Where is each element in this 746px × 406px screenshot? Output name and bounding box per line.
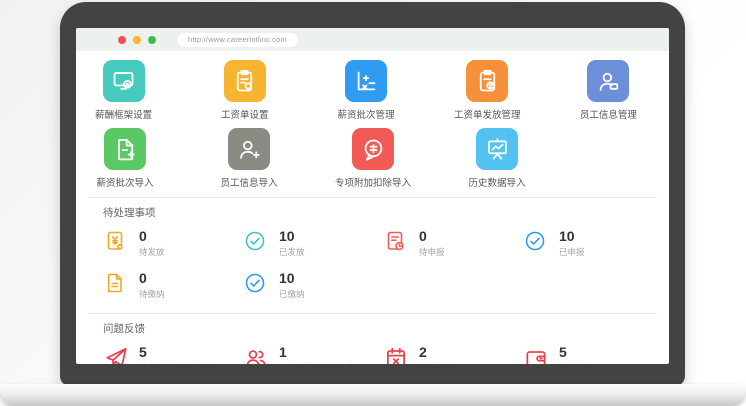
stat-value: 0 [419, 229, 445, 243]
stat-value: 10 [559, 229, 585, 243]
app-label: 薪酬框架设置 [95, 107, 152, 121]
browser-bar: http://www.careerintlinc.com [76, 28, 669, 51]
browser-window: http://www.careerintlinc.com 薪酬框架设置 工资单设… [76, 28, 669, 364]
clipboard-gear-icon [224, 60, 266, 102]
chart-axis-icon [345, 60, 387, 102]
doc-plus-icon [104, 128, 146, 170]
clipboard-coin-icon [466, 60, 508, 102]
laptop-base [0, 384, 746, 406]
stat-declared[interactable]: 10 已申报 [523, 229, 663, 258]
maximize-window-icon[interactable] [148, 36, 156, 44]
stat-value: 5 [559, 345, 593, 359]
app-employee-info-management[interactable]: 员工信息管理 [548, 60, 669, 121]
feedback-stats: 5 薪资发放待补充信息 1 个税申报待补充信息 2 申报 [76, 345, 669, 364]
stat-pending-declaration[interactable]: 0 待申报 [383, 229, 523, 258]
check-circle-icon [243, 229, 267, 253]
app-special-deduction-import[interactable]: 专项附加扣除导入 [311, 128, 435, 189]
feedback-section-title: 问题反馈 [76, 314, 669, 345]
stat-pending-distribution[interactable]: 0 待发放 [103, 229, 243, 258]
app-label: 员工信息导入 [220, 175, 277, 189]
check-circle-icon [243, 271, 267, 295]
stat-label: 个税申报待补充信息 [279, 362, 356, 364]
person-plus-icon [228, 128, 270, 170]
stat-pending-payment[interactable]: 0 待缴纳 [103, 271, 243, 300]
people-icon [243, 345, 267, 364]
stat-label: 待缴纳 [139, 288, 165, 300]
app-payslip-distribution-management[interactable]: 工资单发放管理 [427, 60, 548, 121]
stat-payment-failed[interactable]: 5 缴纳失败 [523, 345, 663, 364]
stat-label: 待申报 [419, 246, 445, 258]
presentation-chart-icon [476, 128, 518, 170]
app-grid-row2: 薪资批次导入 员工信息导入 专项附加扣除导入 历史数据导入 [76, 128, 669, 189]
screenshot-stage: http://www.careerintlinc.com 薪酬框架设置 工资单设… [0, 0, 746, 406]
app-salary-batch-management[interactable]: 薪资批次管理 [305, 60, 426, 121]
check-circle-icon [523, 229, 547, 253]
stat-value: 10 [279, 229, 305, 243]
stat-value: 10 [279, 271, 305, 285]
stat-value: 5 [139, 345, 216, 359]
app-employee-info-import[interactable]: 员工信息导入 [187, 128, 311, 189]
app-label: 专项附加扣除导入 [335, 175, 411, 189]
app-label: 工资单设置 [221, 107, 269, 121]
app-salary-batch-import[interactable]: 薪资批次导入 [76, 128, 187, 189]
stat-distributed[interactable]: 10 已发放 [243, 229, 383, 258]
app-history-data-import[interactable]: 历史数据导入 [435, 128, 559, 189]
paper-plane-icon [103, 345, 127, 364]
stat-value: 0 [139, 229, 165, 243]
monitor-gear-icon [103, 60, 145, 102]
stat-label: 已缴纳 [279, 288, 305, 300]
stat-value: 1 [279, 345, 356, 359]
app-label: 薪资批次管理 [338, 107, 395, 121]
stat-value: 0 [139, 271, 165, 285]
stat-label: 待发放 [139, 246, 165, 258]
stat-value: 2 [419, 345, 453, 359]
stat-label: 缴纳失败 [559, 362, 593, 364]
stat-label: 已申报 [559, 246, 585, 258]
stat-label: 申报失败 [419, 362, 453, 364]
person-card-icon [587, 60, 629, 102]
doc-clock-icon [383, 229, 407, 253]
address-bar[interactable]: http://www.careerintlinc.com [177, 33, 298, 47]
app-payslip-settings[interactable]: 工资单设置 [184, 60, 305, 121]
stat-label: 已发放 [279, 246, 305, 258]
stat-label: 薪资发放待补充信息 [139, 362, 216, 364]
app-label: 薪资批次导入 [96, 175, 153, 189]
stat-paid[interactable]: 10 已缴纳 [243, 271, 383, 300]
app-label: 员工信息管理 [580, 107, 637, 121]
minimize-window-icon[interactable] [133, 36, 141, 44]
pending-stats: 0 待发放 10 已发放 0 待申报 [76, 229, 669, 313]
doc-yen-icon [103, 229, 127, 253]
app-grid-row1: 薪酬框架设置 工资单设置 薪资批次管理 工资单发放管理 [76, 60, 669, 121]
app-salary-framework-settings[interactable]: 薪酬框架设置 [76, 60, 184, 121]
stat-declaration-failed[interactable]: 2 申报失败 [383, 345, 523, 364]
calendar-x-icon [383, 345, 407, 364]
app-label: 历史数据导入 [468, 175, 525, 189]
wallet-icon [523, 345, 547, 364]
stat-salary-info-needed[interactable]: 5 薪资发放待补充信息 [103, 345, 243, 364]
pending-section-title: 待处理事项 [76, 198, 669, 229]
doc-lines-icon [103, 271, 127, 295]
stat-tax-info-needed[interactable]: 1 个税申报待补充信息 [243, 345, 383, 364]
app-label: 工资单发放管理 [454, 107, 521, 121]
tax-bubble-icon [352, 128, 394, 170]
close-window-icon[interactable] [118, 36, 126, 44]
